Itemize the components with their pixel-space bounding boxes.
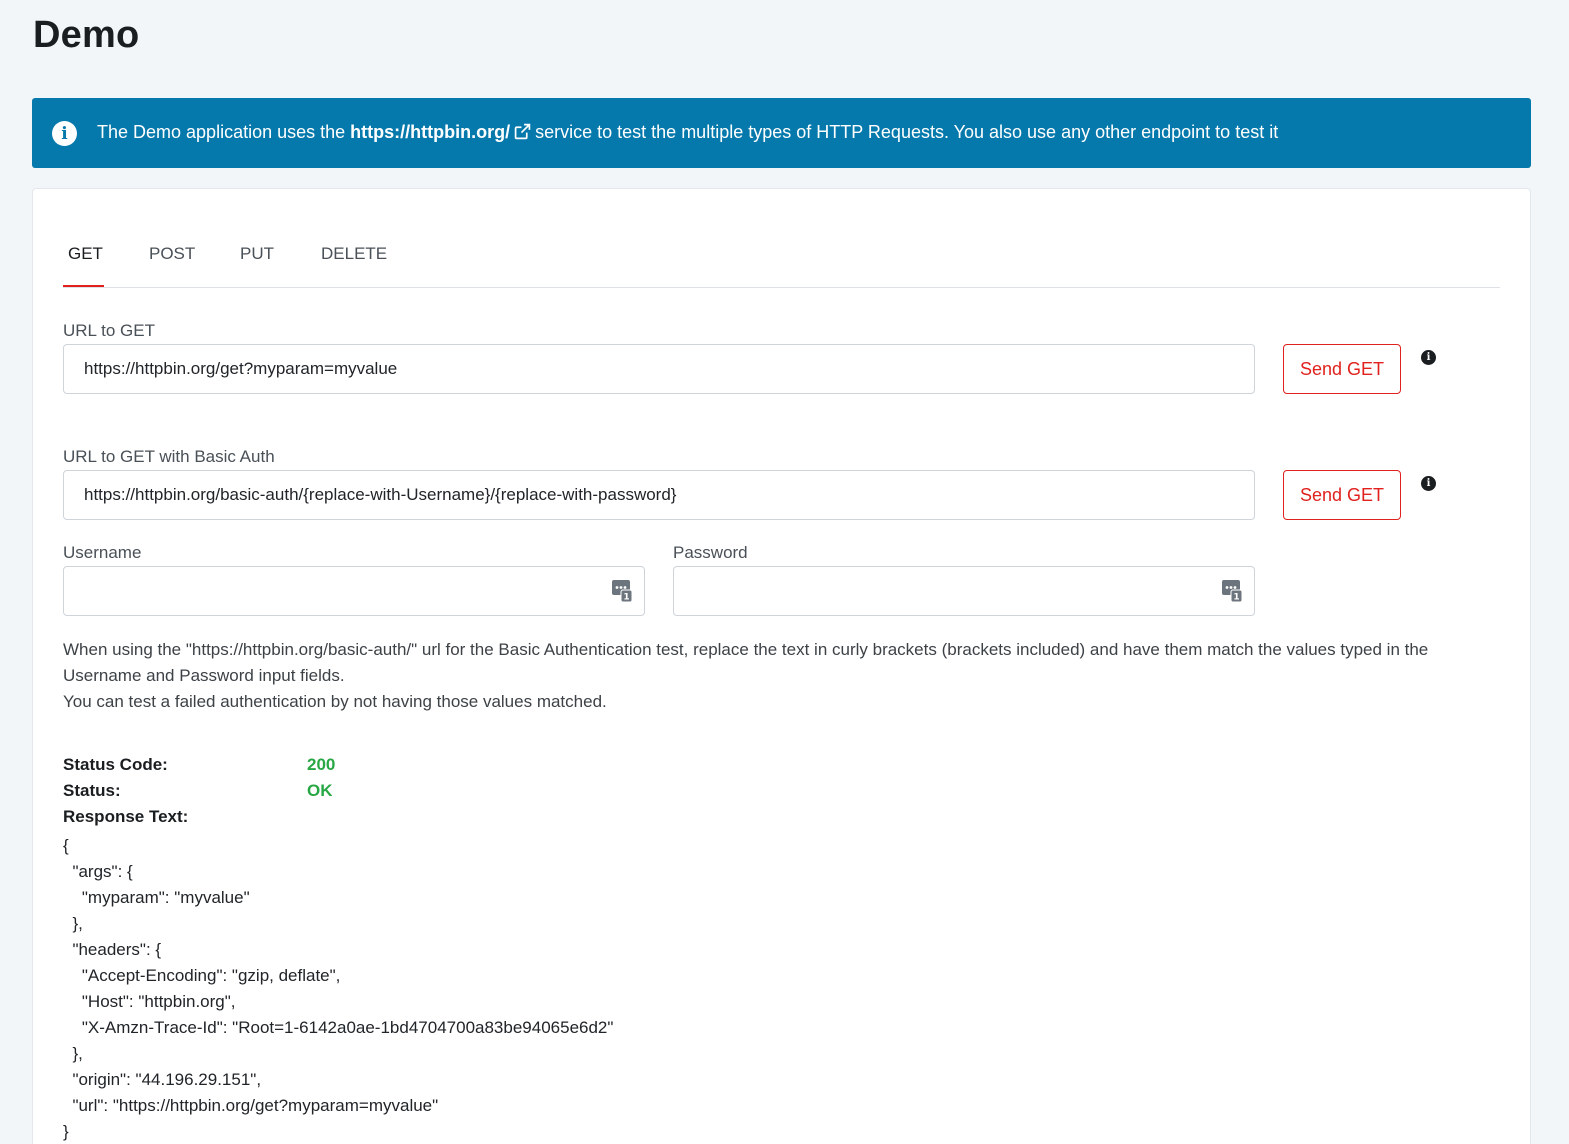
username-input[interactable] <box>63 566 645 616</box>
help-line-2: You can test a failed authentication by … <box>63 692 607 711</box>
url-auth-input[interactable] <box>63 470 1255 520</box>
svg-text:1: 1 <box>623 593 629 603</box>
send-get-auth-button[interactable]: Send GET <box>1283 470 1401 520</box>
url-auth-label: URL to GET with Basic Auth <box>63 447 275 466</box>
status-label: Status: <box>63 781 121 800</box>
help-line-1: When using the "https://httpbin.org/basi… <box>63 640 1429 685</box>
info-circle-icon: i <box>52 121 77 146</box>
password-manager-icon[interactable]: 1 <box>612 580 632 602</box>
status-code-value: 200 <box>307 755 336 774</box>
alert-text: The Demo application uses the https://ht… <box>97 122 1278 143</box>
response-body: { "args": { "myparam": "myvalue" }, "hea… <box>63 836 614 1141</box>
httpbin-link[interactable]: https://httpbin.org/ <box>350 122 510 142</box>
method-tabs: GET POST PUT DELETE <box>63 239 1500 288</box>
password-manager-icon[interactable]: 1 <box>1222 580 1242 602</box>
page-title: Demo <box>33 14 140 56</box>
get-info-icon[interactable]: i <box>1421 350 1436 365</box>
tab-put[interactable]: PUT <box>240 244 274 264</box>
username-label: Username <box>63 543 142 562</box>
auth-info-icon[interactable]: i <box>1421 476 1436 491</box>
request-card: GET POST PUT DELETE URL to GET Send GET … <box>32 188 1531 1144</box>
password-label: Password <box>673 543 748 562</box>
url-get-input[interactable] <box>63 344 1255 394</box>
basic-auth-help: When using the "https://httpbin.org/basi… <box>63 637 1503 715</box>
tab-delete[interactable]: DELETE <box>321 244 387 264</box>
alert-text-before: The Demo application uses the <box>97 122 346 142</box>
password-input[interactable] <box>673 566 1255 616</box>
alert-text-after: service to test the multiple types of HT… <box>535 122 1279 142</box>
status-value: OK <box>307 781 333 800</box>
status-code-label: Status Code: <box>63 755 168 774</box>
tab-get[interactable]: GET <box>68 244 103 264</box>
svg-text:1: 1 <box>1233 593 1239 603</box>
tab-post[interactable]: POST <box>149 244 195 264</box>
active-tab-indicator <box>63 285 104 287</box>
response-text-label: Response Text: <box>63 807 189 826</box>
info-alert: i The Demo application uses the https://… <box>32 98 1531 168</box>
external-link-icon[interactable] <box>514 123 531 140</box>
url-get-label: URL to GET <box>63 321 155 340</box>
send-get-button[interactable]: Send GET <box>1283 344 1401 394</box>
